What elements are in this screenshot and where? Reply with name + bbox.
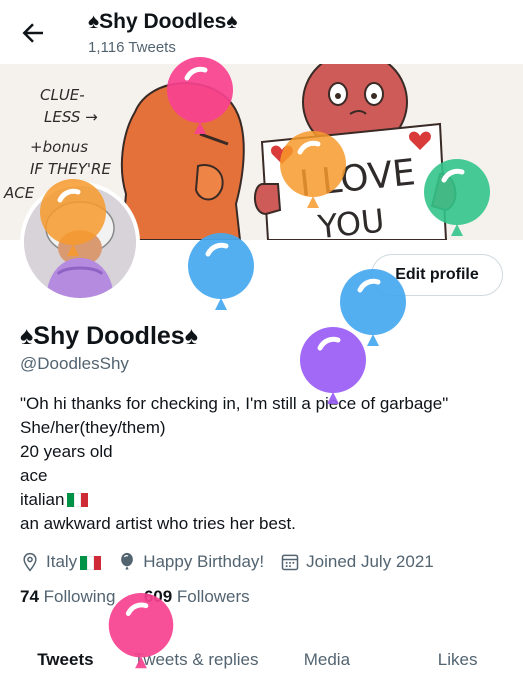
birthday-balloon[interactable] <box>186 232 256 322</box>
profile-meta: Italy Happy Birthday! Joined July 2021 <box>20 550 450 574</box>
joined-item: Joined July 2021 <box>280 552 434 572</box>
bio-line-text: italian <box>20 490 65 509</box>
header-title: ♠Shy Doodles♠ <box>88 10 238 33</box>
joined-text: Joined July 2021 <box>306 552 434 571</box>
location-item: Italy <box>20 552 102 572</box>
bio-line-italian: italian <box>20 488 510 512</box>
profile-name: ♠Shy Doodles♠ <box>20 322 198 350</box>
profile-tabs: Tweets Tweets & replies Media Likes <box>0 632 523 680</box>
bio-line: an awkward artist who tries her best. <box>20 514 296 533</box>
following-label: Following <box>43 587 116 606</box>
banner-text-4: IF THEY'RE <box>30 160 111 178</box>
bio-line: ace <box>20 466 48 485</box>
birthday-balloon[interactable] <box>422 158 492 248</box>
banner-text-2: LESS → <box>44 108 98 126</box>
birthday-item: Happy Birthday! <box>117 552 264 572</box>
location-text: Italy <box>46 552 78 571</box>
balloon-icon <box>121 552 134 570</box>
birthday-balloon[interactable] <box>278 130 348 220</box>
bio-line: She/her(they/them) <box>20 418 166 437</box>
tab-media[interactable]: Media <box>262 632 393 680</box>
birthday-balloon[interactable] <box>106 592 176 680</box>
profile-handle: @DoodlesShy <box>20 354 129 373</box>
birthday-text: Happy Birthday! <box>143 552 265 571</box>
bio-line: 20 years old <box>20 442 113 461</box>
italy-flag-icon <box>67 490 89 507</box>
tab-likes[interactable]: Likes <box>392 632 523 680</box>
calendar-icon <box>281 554 299 571</box>
birthday-balloon[interactable] <box>298 326 368 416</box>
back-arrow-icon[interactable] <box>18 18 48 48</box>
banner-text-3: +bonus <box>30 138 88 156</box>
banner-text-1: CLUE- <box>40 86 85 104</box>
birthday-balloon[interactable] <box>38 178 108 268</box>
following-link[interactable]: 74 Following <box>20 587 115 606</box>
italy-flag-icon <box>80 555 102 570</box>
birthday-balloon[interactable] <box>165 56 235 146</box>
bio-line: "Oh hi thanks for checking in, I'm still… <box>20 394 449 413</box>
profile-bio: "Oh hi thanks for checking in, I'm still… <box>20 392 510 536</box>
location-pin-icon <box>23 552 37 572</box>
followers-label: Followers <box>176 587 250 606</box>
header-tweet-count: 1,116 Tweets <box>88 39 176 56</box>
banner-text-5: ACE <box>3 184 35 202</box>
following-count: 74 <box>20 587 39 606</box>
profile-header: ♠Shy Doodles♠ 1,116 Tweets <box>0 0 523 64</box>
